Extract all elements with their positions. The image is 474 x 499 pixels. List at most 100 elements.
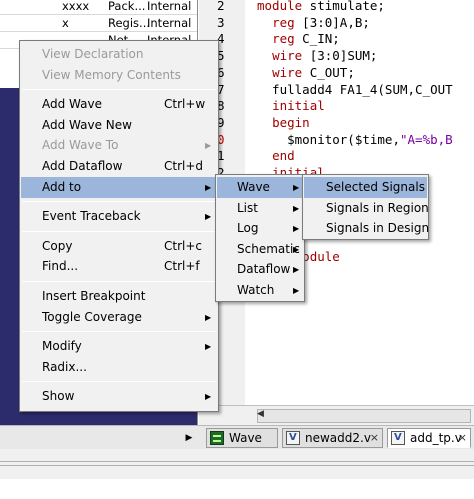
- verilog-file-icon: [286, 431, 300, 445]
- context-menu: View Declaration View Memory Contents Add …: [19, 40, 219, 412]
- wave-window-icon: [210, 431, 224, 445]
- editor-horizontal-scrollbar[interactable]: ◀: [199, 405, 474, 425]
- code-keyword: initial: [272, 98, 325, 114]
- object-row[interactable]: x Regis... Internal: [0, 15, 197, 32]
- menu-item-label: Event Traceback: [42, 209, 141, 224]
- object-kind: Internal: [147, 0, 192, 13]
- object-row[interactable]: xxxx Pack... Internal: [0, 0, 197, 15]
- code-text: end: [257, 148, 295, 163]
- code-token: [3:0]A,B;: [294, 14, 370, 30]
- tab-label: Wave: [229, 431, 262, 445]
- menu-item-radix[interactable]: Radix...: [21, 357, 217, 378]
- submenu-arrow-icon: ▶: [205, 342, 212, 352]
- menu-item-label: Schematic: [237, 241, 300, 256]
- tab-close-icon[interactable]: ×: [370, 429, 379, 447]
- menu-item-label: Add Dataflow: [42, 159, 123, 173]
- menu-item-event-traceback[interactable]: Event Traceback ▶: [21, 206, 217, 227]
- code-keyword: reg: [272, 14, 295, 30]
- menu-separator: [22, 331, 216, 333]
- menu-item-view-declaration: View Declaration: [21, 44, 217, 65]
- menu-item-copy[interactable]: Copy Ctrl+c: [21, 236, 217, 257]
- submenu-arrow-icon: ▶: [293, 285, 300, 295]
- tab-newadd2-v[interactable]: newadd2.v×: [282, 428, 383, 448]
- menu-item-label: Signals in Region: [326, 200, 429, 215]
- submenu-arrow-icon: ▶: [205, 312, 212, 322]
- menu-item-find[interactable]: Find... Ctrl+f: [21, 256, 217, 277]
- menu-item-label: Signals in Design: [326, 221, 430, 235]
- submenu-item-watch[interactable]: Watch ▶: [217, 280, 303, 301]
- code-token: fulladd4 FA1_4(SUM,C_OUT: [257, 81, 453, 97]
- menu-item-label: Add Wave To: [42, 138, 119, 153]
- tab-label: newadd2.v: [305, 431, 371, 445]
- menu-item-label: Radix...: [42, 359, 87, 374]
- menu-item-add-to[interactable]: Add to ▶: [21, 176, 217, 198]
- code-text: fulladd4 FA1_4(SUM,C_OUT: [257, 82, 453, 97]
- menu-item-add-wave[interactable]: Add Wave Ctrl+w: [21, 94, 217, 115]
- scroll-left-icon[interactable]: ◀: [257, 409, 264, 419]
- menu-item-label: Watch: [237, 282, 275, 297]
- code-line: 3 reg [3:0]A,B;: [199, 15, 474, 32]
- menu-item-add-wave-new[interactable]: Add Wave New: [21, 115, 217, 136]
- menu-item-label: Dataflow: [237, 262, 291, 276]
- scrollbar-thumb[interactable]: [257, 409, 471, 423]
- tab-label: add_tp.v: [410, 431, 462, 445]
- add-to-submenu: Wave ▶ List ▶ Log ▶ Schematic ▶ Dataflow ▶ Watch ▶: [215, 174, 305, 302]
- submenu-item-selected-signals[interactable]: Selected Signals: [304, 177, 427, 198]
- submenu-item-dataflow[interactable]: Dataflow ▶: [217, 259, 303, 280]
- code-text: reg [3:0]A,B;: [257, 15, 370, 30]
- menu-item-modify[interactable]: Modify ▶: [21, 336, 217, 357]
- submenu-item-signals-in-region[interactable]: Signals in Region: [304, 198, 429, 219]
- submenu-arrow-icon: ▶: [293, 265, 300, 274]
- pane-divider[interactable]: [0, 449, 474, 479]
- menu-item-add-dataflow[interactable]: Add Dataflow Ctrl+d: [21, 156, 217, 177]
- submenu-item-schematic[interactable]: Schematic ▶: [217, 239, 303, 260]
- menu-item-toggle-coverage[interactable]: Toggle Coverage ▶: [21, 307, 217, 328]
- line-number: 2: [217, 0, 225, 13]
- submenu-item-signals-in-design[interactable]: Signals in Design: [304, 218, 430, 239]
- code-token: stimulate;: [302, 0, 385, 13]
- menu-item-show[interactable]: Show ▶: [21, 386, 217, 407]
- code-line: 7 fulladd4 FA1_4(SUM,C_OUT: [199, 82, 474, 99]
- code-keyword: wire: [272, 48, 303, 64]
- code-token: C_OUT;: [302, 64, 355, 80]
- submenu-item-log[interactable]: Log ▶: [217, 218, 303, 239]
- submenu-arrow-icon: ▶: [293, 203, 300, 213]
- menu-item-label: Selected Signals: [326, 180, 425, 194]
- submenu-arrow-icon: ▶: [293, 244, 300, 254]
- menu-item-insert-breakpoint[interactable]: Insert Breakpoint: [21, 286, 217, 307]
- code-keyword: reg: [272, 31, 295, 47]
- tab-add-tp-v[interactable]: add_tp.v×: [387, 428, 471, 448]
- submenu-arrow-icon: ▶: [205, 392, 212, 402]
- menu-item-label: Add Wave New: [42, 117, 132, 132]
- code-text: reg C_IN;: [257, 31, 340, 46]
- submenu-item-list[interactable]: List ▶: [217, 198, 303, 219]
- code-line: 4 reg C_IN;: [199, 31, 474, 48]
- code-token: [3:0]SUM;: [302, 48, 378, 64]
- code-string: "A=%b,B: [400, 131, 453, 147]
- submenu-arrow-icon: ▶: [293, 224, 300, 233]
- menu-item-label: Find...: [42, 259, 79, 274]
- menu-item-label: Insert Breakpoint: [42, 289, 146, 303]
- tab-close-icon[interactable]: ×: [458, 429, 467, 447]
- menu-separator: [22, 230, 216, 232]
- menu-item-add-wave-to: Add Wave To ▶: [21, 135, 217, 156]
- submenu-arrow-icon: ▶: [205, 212, 212, 222]
- menu-item-label: Modify: [42, 339, 82, 354]
- tab-scroll-right-icon[interactable]: ▶: [182, 430, 196, 446]
- menu-item-label: Log: [237, 221, 259, 235]
- submenu-arrow-icon: ▶: [205, 182, 212, 192]
- submenu-item-wave[interactable]: Wave ▶: [217, 177, 303, 198]
- tab-wave[interactable]: Wave: [206, 428, 278, 448]
- menu-item-label: Show: [42, 389, 75, 404]
- divider-grip[interactable]: [0, 461, 474, 466]
- menu-separator: [22, 381, 216, 383]
- object-type: Regis...: [108, 16, 151, 30]
- code-text: begin: [257, 115, 310, 130]
- code-token: C_IN;: [294, 31, 340, 47]
- menu-separator: [22, 201, 216, 203]
